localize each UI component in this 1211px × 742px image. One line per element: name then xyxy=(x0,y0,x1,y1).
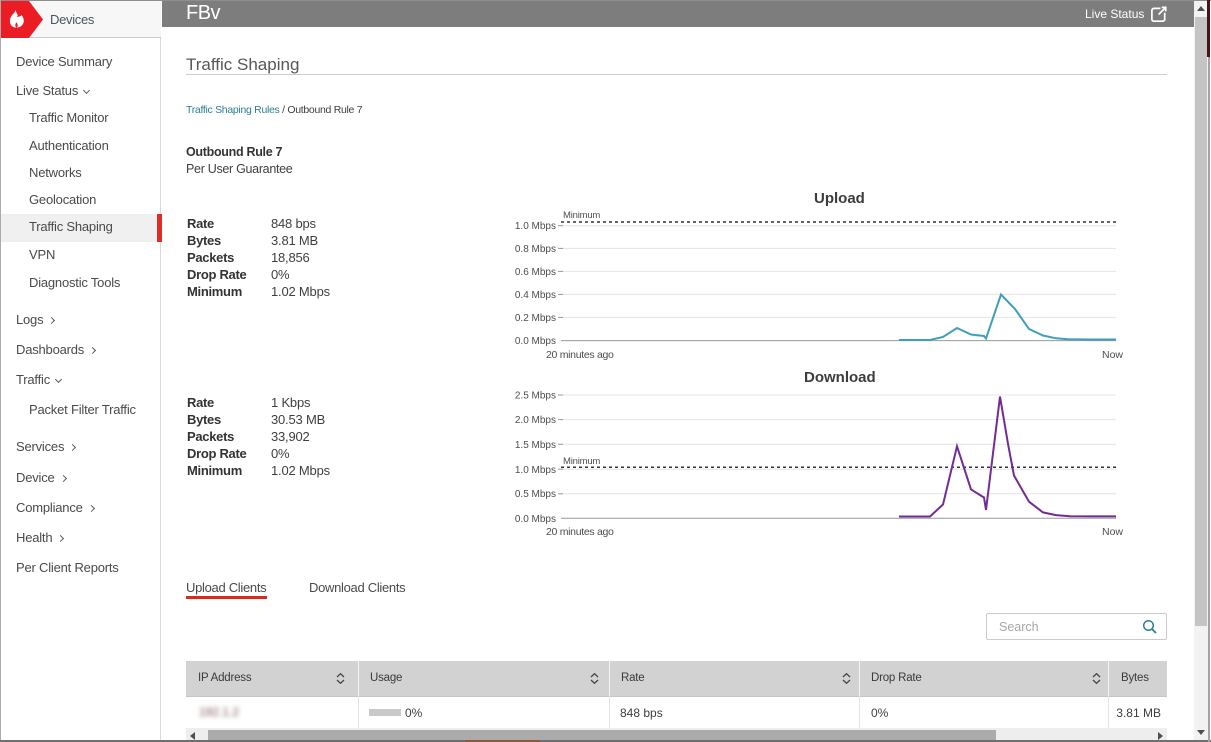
svg-text:2.5 Mbps: 2.5 Mbps xyxy=(515,391,556,402)
svg-text:1.0 Mbps: 1.0 Mbps xyxy=(515,221,556,232)
svg-text:0.2 Mbps: 0.2 Mbps xyxy=(515,313,556,324)
svg-text:Minimum: Minimum xyxy=(563,456,600,467)
svg-text:20 minutes ago: 20 minutes ago xyxy=(546,526,614,538)
svg-text:1.5 Mbps: 1.5 Mbps xyxy=(515,440,556,451)
svg-text:0.0 Mbps: 0.0 Mbps xyxy=(515,336,556,347)
svg-text:0.0 Mbps: 0.0 Mbps xyxy=(515,514,556,525)
svg-text:0.8 Mbps: 0.8 Mbps xyxy=(515,244,556,255)
svg-text:0.4 Mbps: 0.4 Mbps xyxy=(515,290,556,301)
svg-text:0.6 Mbps: 0.6 Mbps xyxy=(515,267,556,278)
svg-text:2.0 Mbps: 2.0 Mbps xyxy=(515,415,556,426)
svg-text:1.0 Mbps: 1.0 Mbps xyxy=(515,465,556,476)
svg-text:20 minutes ago: 20 minutes ago xyxy=(546,349,614,361)
svg-text:0.5 Mbps: 0.5 Mbps xyxy=(515,489,556,500)
svg-text:Now: Now xyxy=(1102,349,1123,361)
svg-text:Minimum: Minimum xyxy=(563,210,600,221)
svg-text:Now: Now xyxy=(1102,526,1123,538)
